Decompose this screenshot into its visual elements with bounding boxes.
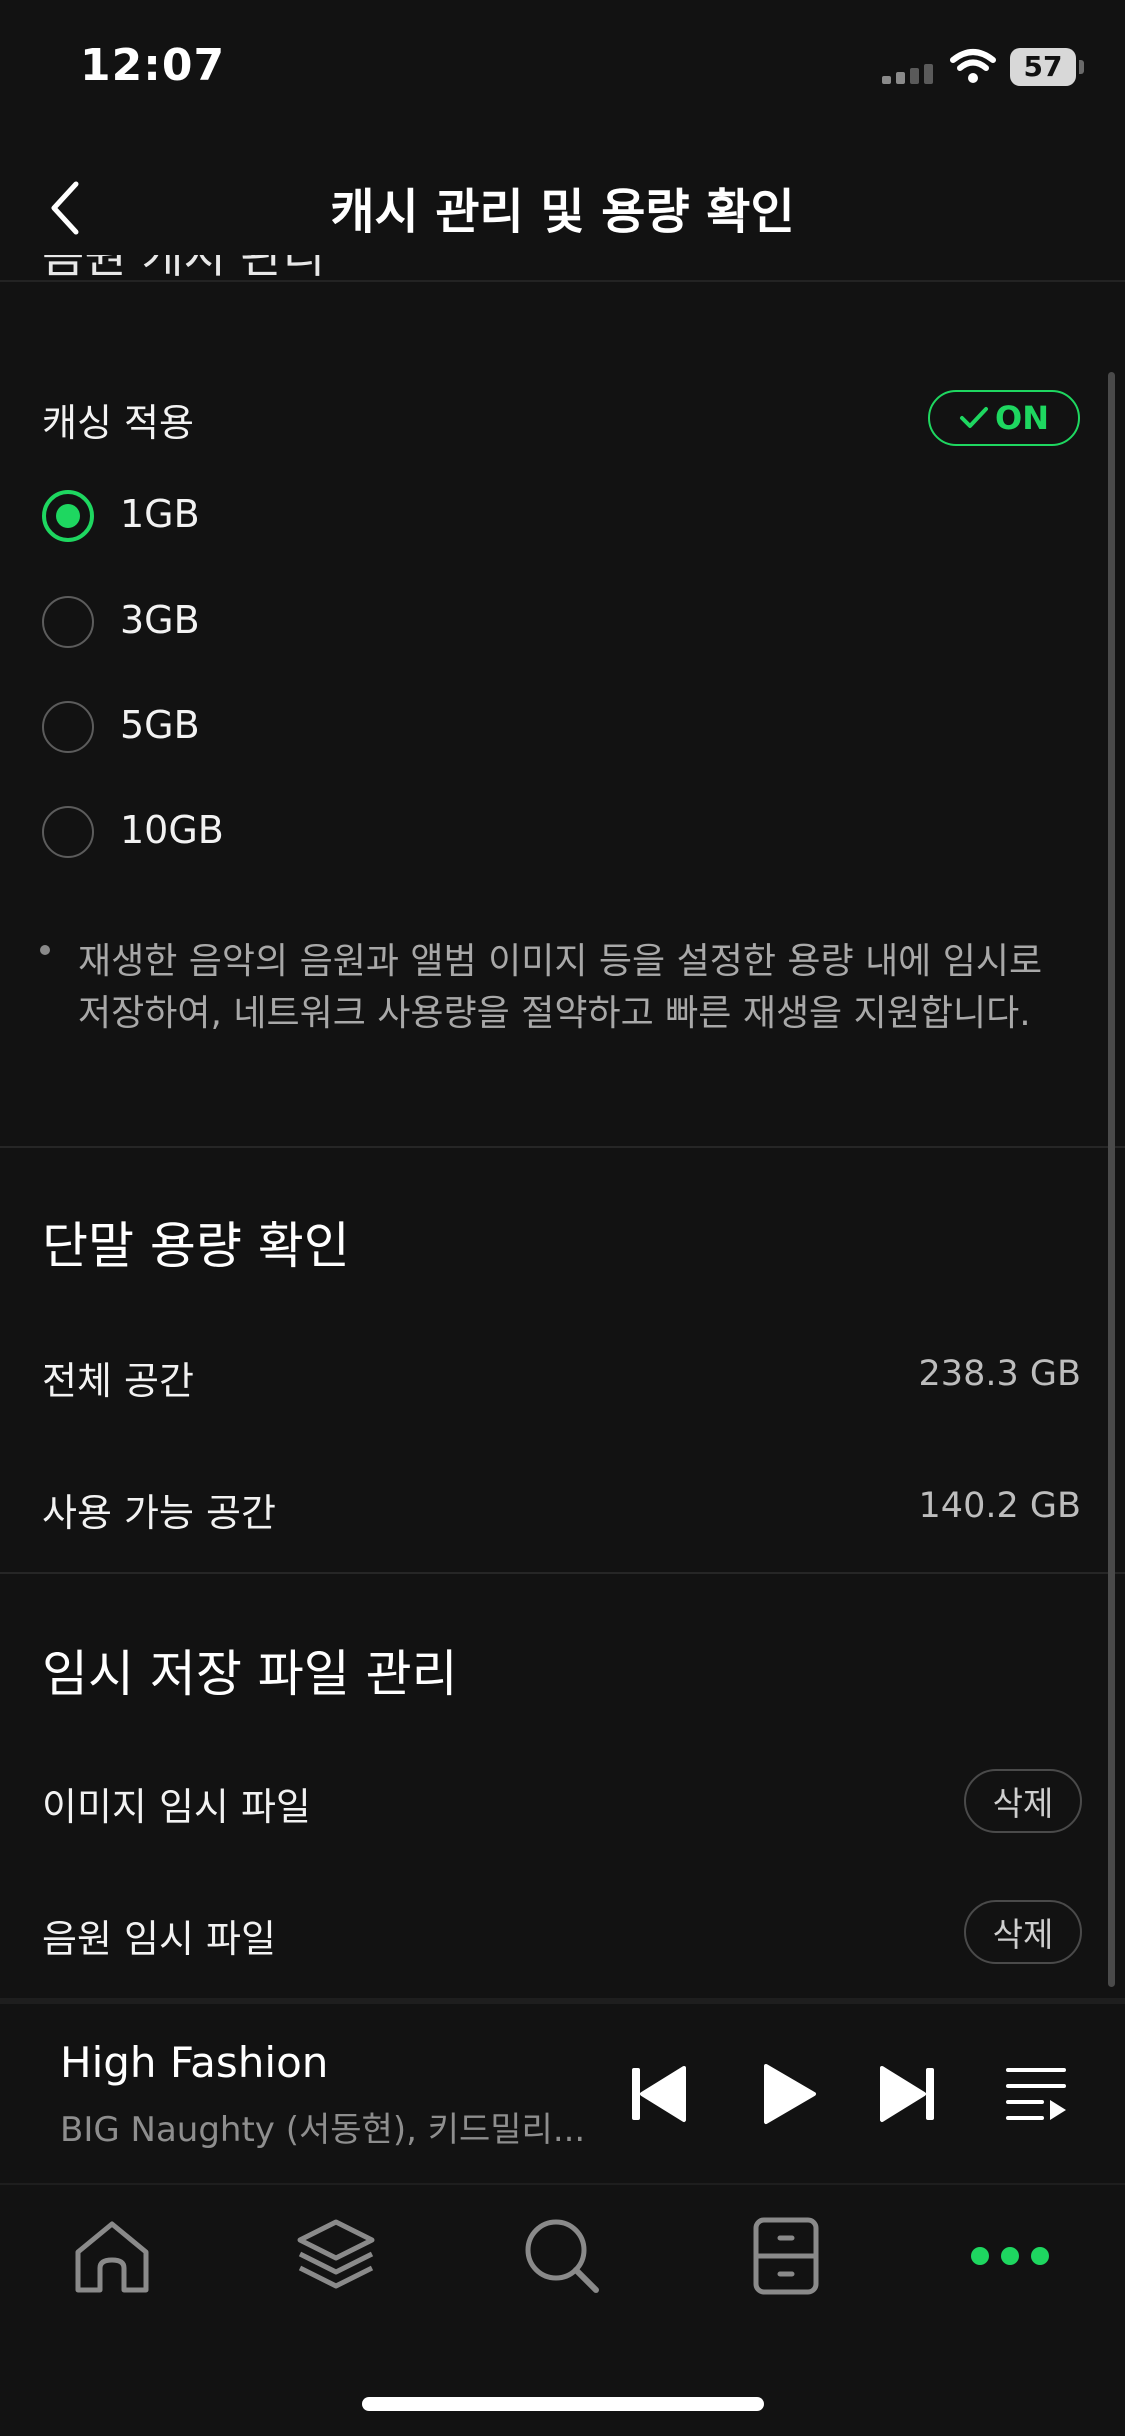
image-temp-label: 이미지 임시 파일 [42,1785,311,1829]
previous-track-icon[interactable] [626,2062,690,2126]
section-divider [0,1146,1125,1148]
available-space-value: 140.2 GB [918,1486,1081,1526]
playlist-icon[interactable] [1004,2062,1068,2126]
player-divider [0,1998,1125,2004]
total-space-value: 238.3 GB [918,1354,1081,1394]
delete-audio-temp-button[interactable]: 삭제 [964,1900,1082,1964]
radio-label-3gb: 3GB [120,598,200,642]
radio-1gb[interactable] [42,490,94,542]
check-icon [960,407,988,428]
caching-label: 캐싱 적용 [42,401,194,445]
battery-tip [1079,60,1084,74]
wifi-icon [950,49,996,83]
audio-temp-label: 음원 임시 파일 [42,1917,276,1961]
battery-icon: 57 [1010,48,1076,86]
note-bullet [40,945,50,955]
radio-label-1gb: 1GB [120,492,200,536]
caching-note: 재생한 음악의 음원과 앨범 이미지 등을 설정한 용량 내에 임시로 저장하여… [78,941,1043,1034]
toggle-label: ON [995,399,1049,437]
next-track-icon[interactable] [876,2062,940,2126]
radio-label-5gb: 5GB [120,703,200,747]
storage-section-title: 단말 용량 확인 [42,1217,350,1275]
radio-3gb[interactable] [42,596,94,648]
section-heading-cache: 음원 캐시 관리 [42,255,326,283]
cellular-signal-icon [882,62,936,84]
home-indicator [362,2397,764,2411]
available-space-label: 사용 가능 공간 [42,1491,276,1535]
more-icon[interactable] [968,2214,1052,2298]
section-divider [0,1572,1125,1574]
layers-icon[interactable] [294,2214,378,2298]
play-icon[interactable] [756,2062,820,2126]
track-artist[interactable]: BIG Naughty (서동현), 키드밀리... [60,2102,590,2151]
scrollbar[interactable] [1108,372,1115,1987]
caching-toggle-button[interactable]: ON [928,390,1080,446]
home-icon[interactable] [70,2214,154,2298]
page-title: 캐시 관리 및 용량 확인 [330,184,795,240]
radio-label-10gb: 10GB [120,808,224,852]
temp-section-title: 임시 저장 파일 관리 [42,1645,458,1703]
nav-divider [0,2183,1125,2185]
search-icon[interactable] [520,2214,604,2298]
radio-10gb[interactable] [42,806,94,858]
track-title[interactable]: High Fashion [60,2038,328,2087]
status-time: 12:07 [80,40,226,91]
delete-image-temp-button[interactable]: 삭제 [964,1769,1082,1833]
radio-5gb[interactable] [42,701,94,753]
library-icon[interactable] [744,2214,828,2298]
total-space-label: 전체 공간 [42,1359,194,1403]
